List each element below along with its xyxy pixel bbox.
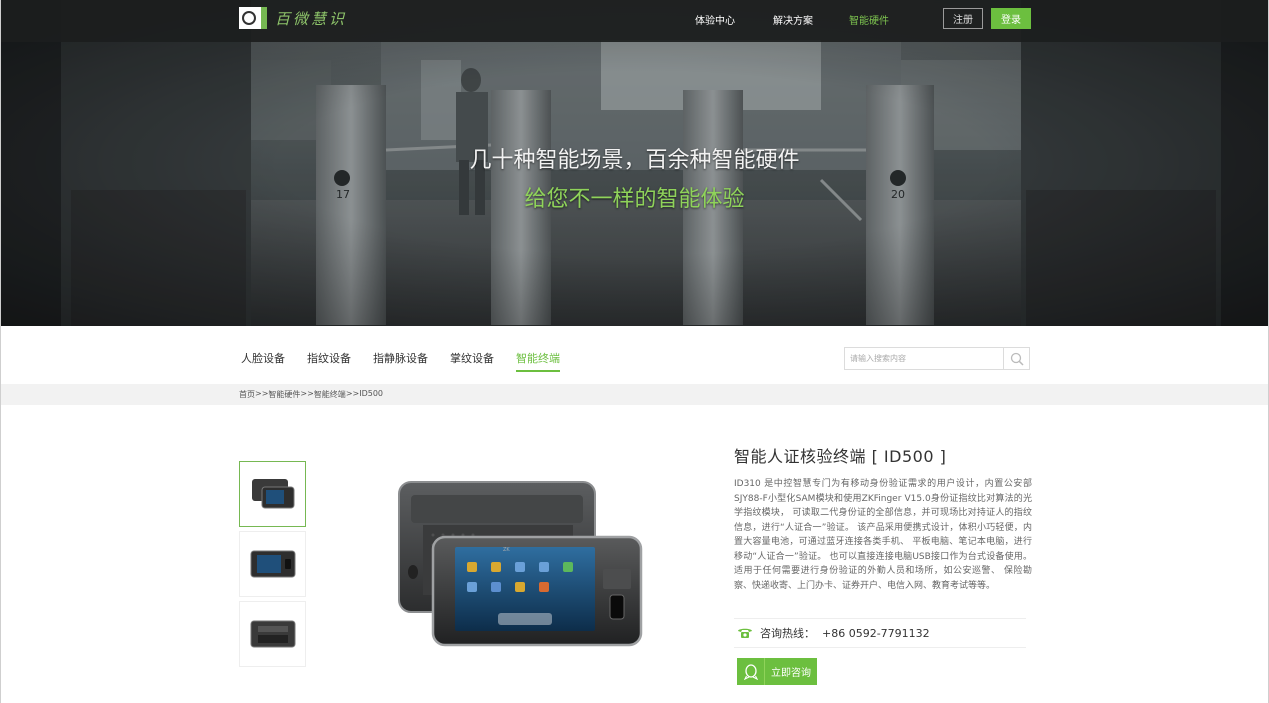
tab-fingerprint-devices[interactable]: 指纹设备 xyxy=(307,350,351,372)
breadcrumb-separator: >> xyxy=(300,389,314,398)
thumbnail-3[interactable] xyxy=(239,601,306,667)
breadcrumb-home[interactable]: 首页 xyxy=(239,389,255,400)
breadcrumb-bar: 首页 >> 智能硬件 >> 智能终端 >> ID500 xyxy=(1,384,1268,405)
breadcrumb-separator: >> xyxy=(345,389,360,398)
breadcrumb-smart-terminals[interactable]: 智能终端 xyxy=(314,389,346,400)
logo-text: 百微慧识 xyxy=(275,9,348,28)
product-thumbnail-image xyxy=(250,620,295,648)
product-info: 智能人证核验终端 [ ID500 ] ID310 是中控智慧专门为有移动身份验证… xyxy=(734,443,1034,593)
nav-item-solutions[interactable]: 解决方案 xyxy=(773,12,849,27)
consult-now-button[interactable]: 立即咨询 xyxy=(737,658,817,685)
product-thumbnails xyxy=(239,461,306,671)
product-thumbnail-image xyxy=(250,550,295,578)
product-thumbnail-image xyxy=(251,479,294,509)
tab-finger-vein-devices[interactable]: 指静脉设备 xyxy=(373,350,428,372)
hero-banner: 17 20 几十种智能场景，百余种智能硬件 给您不一样的智能体验 xyxy=(1,0,1268,326)
logo-mark-icon xyxy=(239,7,267,29)
thumbnail-2[interactable] xyxy=(239,531,306,597)
tab-face-devices[interactable]: 人脸设备 xyxy=(241,350,285,372)
consult-now-label: 立即咨询 xyxy=(771,668,811,679)
category-tabs: 人脸设备 指纹设备 指静脉设备 掌纹设备 智能终端 xyxy=(241,350,582,372)
top-navigation-bar: 百微慧识 体验中心 解决方案 智能硬件 注册 登录 xyxy=(1,0,1268,42)
site-logo[interactable]: 百微慧识 xyxy=(239,5,347,31)
page: 17 20 几十种智能场景，百余种智能硬件 给您不一样的智能体验 百微慧识 体验… xyxy=(0,0,1269,703)
product-description: ID310 是中控智慧专门为有移动身份验证需求的用户设计，内置公安部SJY88-… xyxy=(734,479,1032,591)
thumbnail-1[interactable] xyxy=(239,461,306,527)
phone-icon xyxy=(738,628,752,638)
search-input[interactable] xyxy=(845,348,1003,369)
breadcrumb-current: ID500 xyxy=(359,389,384,398)
nav-item-experience-center[interactable]: 体验中心 xyxy=(695,12,773,27)
hero-subtitle: 给您不一样的智能体验 xyxy=(524,187,745,212)
breadcrumb: 首页 >> 智能硬件 >> 智能终端 >> ID500 xyxy=(239,389,383,400)
breadcrumb-separator: >> xyxy=(255,389,269,398)
qq-chat-icon xyxy=(737,658,765,685)
category-bar: 人脸设备 指纹设备 指静脉设备 掌纹设备 智能终端 xyxy=(1,326,1268,384)
search-box xyxy=(844,347,1030,370)
divider xyxy=(734,618,1026,619)
search-button[interactable] xyxy=(1003,348,1029,369)
product-title: 智能人证核验终端 [ ID500 ] xyxy=(734,447,947,466)
tab-smart-terminals[interactable]: 智能终端 xyxy=(516,350,560,372)
register-button[interactable]: 注册 xyxy=(943,8,983,29)
hero-title: 几十种智能场景，百余种智能硬件 xyxy=(469,148,800,173)
hotline-number: +86 0592-7791132 xyxy=(822,626,930,640)
login-button[interactable]: 登录 xyxy=(991,8,1031,29)
nav-item-smart-hardware[interactable]: 智能硬件 xyxy=(849,12,889,27)
hotline-label: 咨询热线： xyxy=(760,627,815,640)
divider xyxy=(734,647,1026,648)
breadcrumb-smart-hardware[interactable]: 智能硬件 xyxy=(268,389,300,400)
main-nav: 体验中心 解决方案 智能硬件 xyxy=(695,12,889,27)
tab-palmprint-devices[interactable]: 掌纹设备 xyxy=(450,350,494,372)
device-brand-text: ZK xyxy=(503,547,510,553)
search-icon xyxy=(1010,352,1024,366)
product-main-image: ZK xyxy=(398,481,643,647)
consult-hotline: 咨询热线： +86 0592-7791132 xyxy=(737,625,930,641)
